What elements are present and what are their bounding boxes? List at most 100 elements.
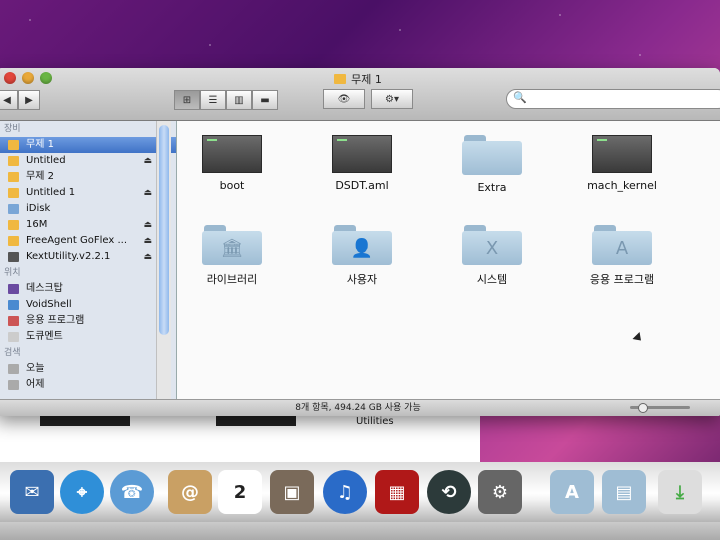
sidebar-item-label: 무제 1 <box>26 139 54 150</box>
forward-button[interactable]: ▶ <box>18 90 40 110</box>
back-arrow-icon: ◀ <box>3 94 11 106</box>
folder-icon: 👤 <box>332 225 392 265</box>
photo-booth-app-icon[interactable]: ▦ <box>375 470 419 514</box>
applications-stack-icon[interactable]: A <box>550 470 594 514</box>
sidebar-item-label: iDisk <box>26 203 51 214</box>
desktop-icon <box>8 284 19 294</box>
file-label: DSDT.aml <box>335 179 389 192</box>
safari-app-icon[interactable]: ⌖ <box>60 470 104 514</box>
sidebar-item-places-3[interactable]: 도큐멘트 <box>0 329 176 345</box>
back-button[interactable]: ◀ <box>0 90 18 110</box>
sidebar-item-devices-3[interactable]: Untitled 1 ⏏ <box>0 185 176 201</box>
background-window-text: Utilities <box>356 416 394 427</box>
finder-window: 무제 1 ◀ ▶ ⊞ ☰ ▥ ▬ 👁 ⚙▾ 🔍 장비 무제 1 Untitled ⏏… <box>0 68 720 416</box>
sidebar-item-label: 응용 프로그램 <box>26 315 85 326</box>
drive-icon <box>8 188 19 198</box>
search-icon: 🔍 <box>513 91 527 104</box>
disk-image-icon <box>8 252 19 262</box>
titlebar: 무제 1 ◀ ▶ ⊞ ☰ ▥ ▬ 👁 ⚙▾ 🔍 <box>0 68 720 121</box>
eject-icon[interactable]: ⏏ <box>143 153 152 169</box>
slider-knob[interactable] <box>638 403 648 413</box>
sidebar-item-devices-5[interactable]: 16M ⏏ <box>0 217 176 233</box>
drive-icon <box>8 156 19 166</box>
file-label: boot <box>219 179 245 192</box>
sidebar-item-label: 도큐멘트 <box>26 331 63 342</box>
drive-icon <box>8 140 19 150</box>
idisk-icon <box>8 204 19 214</box>
columns-icon: ▥ <box>234 94 244 106</box>
column-view-button[interactable]: ▥ <box>226 90 252 110</box>
drive-icon <box>8 172 19 182</box>
grid-icon: ⊞ <box>182 94 192 106</box>
sidebar-item-label: 무제 2 <box>26 171 54 182</box>
sidebar-item-label: FreeAgent GoFlex ... <box>26 235 128 246</box>
eject-icon[interactable]: ⏏ <box>143 233 152 249</box>
file-item[interactable]: mach_kernel <box>567 135 677 192</box>
file-item[interactable]: 🏛 라이브러리 <box>177 225 287 287</box>
icon-size-slider[interactable] <box>630 403 690 413</box>
folder-icon <box>334 74 347 84</box>
time-machine-app-icon[interactable]: ⟲ <box>427 470 471 514</box>
system-preferences-app-icon[interactable]: ⚙ <box>478 470 522 514</box>
background-window: Utilities <box>0 416 480 466</box>
sidebar-item-label: Untitled <box>26 155 66 166</box>
sidebar-item-devices-6[interactable]: FreeAgent GoFlex ... ⏏ <box>0 233 176 249</box>
nav-buttons: ◀ ▶ <box>0 90 40 110</box>
icon-view-button[interactable]: ⊞ <box>174 90 200 110</box>
sidebar-item-places-0[interactable]: 데스크탑 <box>0 281 176 297</box>
sidebar-section-places: 위치 <box>4 268 21 278</box>
sidebar-item-devices-2[interactable]: 무제 2 <box>0 169 176 185</box>
list-view-button[interactable]: ☰ <box>200 90 226 110</box>
status-text: 8개 항목, 494.24 GB 사용 가능 <box>295 403 421 413</box>
file-item[interactable]: boot <box>177 135 287 192</box>
downloads-stack-icon[interactable]: ⤓ <box>658 470 702 514</box>
sidebar-item-devices-7[interactable]: KextUtility.v2.2.1 ⏏ <box>0 249 176 265</box>
iphoto-app-icon[interactable]: ▣ <box>270 470 314 514</box>
dock: ✉ ⌖ ☎ @ 2 ▣ ♫ ▦ ⟲ ⚙ A ▤ ⤓ <box>0 462 720 540</box>
status-bar: 8개 항목, 494.24 GB 사용 가능 <box>0 399 720 416</box>
search-field[interactable]: 🔍 <box>506 89 720 109</box>
clock-icon <box>8 380 19 390</box>
action-menu-button[interactable]: ⚙▾ <box>371 89 413 109</box>
sidebar-item-devices-4[interactable]: iDisk <box>0 201 176 217</box>
ichat-app-icon[interactable]: ☎ <box>110 470 154 514</box>
file-label: 사용자 <box>346 273 378 286</box>
file-item[interactable]: DSDT.aml <box>307 135 417 192</box>
sidebar-item-label: 어제 <box>26 379 45 390</box>
sidebar-item-devices-1[interactable]: Untitled ⏏ <box>0 153 176 169</box>
sidebar-item-label: Untitled 1 <box>26 187 76 198</box>
documents-stack-icon[interactable]: ▤ <box>602 470 646 514</box>
home-icon <box>8 300 19 310</box>
eject-icon[interactable]: ⏏ <box>143 185 152 201</box>
executable-file-icon <box>202 135 262 173</box>
sidebar-scroll-thumb[interactable] <box>159 125 169 335</box>
quick-look-button[interactable]: 👁 <box>323 89 365 109</box>
sidebar-scrollbar[interactable] <box>156 121 171 399</box>
itunes-app-icon[interactable]: ♫ <box>323 470 367 514</box>
sidebar-item-places-1[interactable]: VoidShell <box>0 297 176 313</box>
folder-icon: X <box>462 225 522 265</box>
file-item[interactable]: 👤 사용자 <box>307 225 417 287</box>
view-buttons: ⊞ ☰ ▥ ▬ <box>174 90 278 110</box>
mail-app-icon[interactable]: ✉ <box>10 470 54 514</box>
ical-app-icon[interactable]: 2 <box>218 470 262 514</box>
sidebar-item-search_items-1[interactable]: 어제 <box>0 377 176 393</box>
list-icon: ☰ <box>208 94 218 106</box>
sidebar-item-places-2[interactable]: 응용 프로그램 <box>0 313 176 329</box>
folder-icon <box>462 135 522 175</box>
file-label: 시스템 <box>476 273 508 286</box>
sidebar-item-devices-0[interactable]: 무제 1 <box>0 137 176 153</box>
coverflow-view-button[interactable]: ▬ <box>252 90 278 110</box>
file-item[interactable]: X 시스템 <box>437 225 547 287</box>
eject-icon[interactable]: ⏏ <box>143 217 152 233</box>
sidebar-item-label: 16M <box>26 219 48 230</box>
file-item[interactable]: Extra <box>437 135 547 194</box>
eject-icon[interactable]: ⏏ <box>143 249 152 265</box>
file-item[interactable]: A 응용 프로그램 <box>567 225 677 287</box>
file-label: 응용 프로그램 <box>589 273 655 286</box>
forward-arrow-icon: ▶ <box>25 94 33 106</box>
address-book-app-icon[interactable]: @ <box>168 470 212 514</box>
sidebar-item-search_items-0[interactable]: 오늘 <box>0 361 176 377</box>
sidebar-item-label: 오늘 <box>26 363 45 374</box>
executable-file-icon <box>332 135 392 173</box>
